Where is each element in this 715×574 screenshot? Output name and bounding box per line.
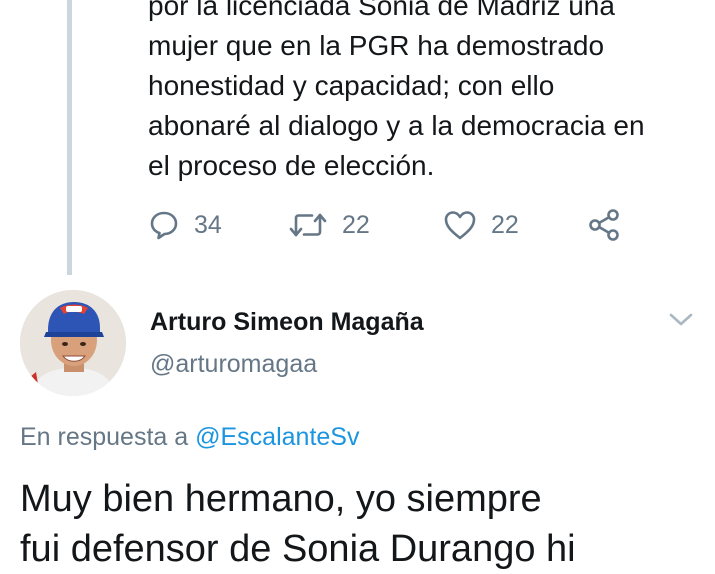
reply-button[interactable]: 34 — [148, 205, 222, 245]
reply-count: 34 — [194, 210, 222, 239]
tweet-text: por la licenciada Sonia de Madriz una mu… — [148, 0, 708, 186]
comment-icon — [148, 209, 180, 241]
heart-icon — [443, 209, 477, 241]
in-reply-to-prefix: En respuesta a — [20, 423, 189, 451]
tweet-text-line: mujer que en la PGR ha demostrado — [148, 30, 605, 61]
tweet-text-line: el proceso de elección. — [148, 150, 435, 181]
author-handle[interactable]: @arturomagaa — [150, 350, 317, 379]
user-avatar[interactable] — [20, 290, 126, 396]
tweet-text-line: honestidad y capacidad; con ello — [148, 70, 555, 101]
like-button[interactable]: 22 — [443, 205, 519, 245]
retweet-button[interactable]: 22 — [288, 205, 370, 245]
reply-text-line: fui defensor de Sonia Durango hi — [20, 528, 576, 570]
share-button[interactable] — [588, 205, 622, 245]
share-icon — [588, 208, 622, 242]
tweet-action-bar: 34 22 22 — [148, 205, 648, 245]
retweet-icon — [288, 209, 328, 241]
retweet-count: 22 — [342, 210, 370, 239]
reply-text-line: Muy bien hermano, yo siempre — [20, 478, 542, 520]
in-reply-to-mention-link[interactable]: @EscalanteSv — [195, 423, 359, 451]
in-reply-to: En respuesta a @EscalanteSv — [20, 423, 359, 452]
reply-author-header: Arturo Simeon Magaña @arturomagaa — [0, 285, 715, 405]
reply-text: Muy bien hermano, yo siempre fui defenso… — [20, 474, 576, 574]
author-display-name[interactable]: Arturo Simeon Magaña — [150, 308, 424, 337]
tweet-text-line: por la licenciada Sonia de Madriz una — [148, 0, 615, 21]
chevron-down-icon[interactable] — [668, 312, 694, 333]
like-count: 22 — [491, 210, 519, 239]
thread-connector-line — [67, 0, 72, 275]
tweet-text-line: abonaré al dialogo y a la democracia en — [148, 110, 645, 141]
